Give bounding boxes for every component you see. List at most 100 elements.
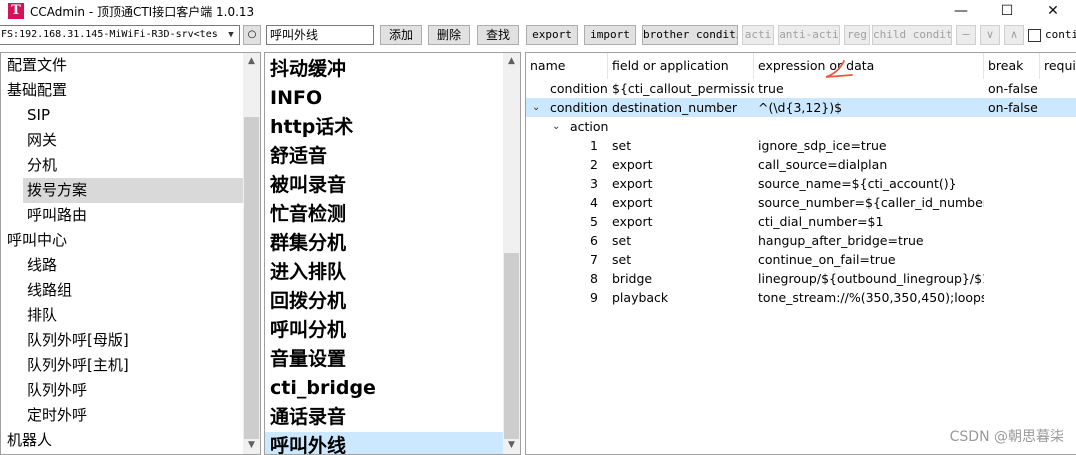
scroll-down-icon[interactable]: ▼ xyxy=(503,437,520,454)
regex-button[interactable]: reg xyxy=(844,25,870,45)
list-item[interactable]: 被叫录音 xyxy=(265,171,503,200)
column-header[interactable]: break xyxy=(984,53,1040,79)
table-row[interactable]: 5 export cti_dial_number=$1 xyxy=(526,212,1076,231)
table-row[interactable]: 4 export source_number=${caller_id_number} xyxy=(526,193,1076,212)
tree-item[interactable]: 呼叫路由 xyxy=(1,203,244,228)
row-break xyxy=(988,193,1042,212)
table-row[interactable]: ⌄ action xyxy=(526,117,1076,136)
row-field: export xyxy=(612,157,653,172)
list-scrollbar[interactable]: ▲ ▼ xyxy=(503,53,520,454)
tree-item[interactable]: 线路 xyxy=(1,253,244,278)
table-row[interactable]: condition ${cti_callout_permission} true on… xyxy=(526,79,1076,98)
row-field: export xyxy=(612,214,653,229)
table-row[interactable]: 1 set ignore_sdp_ice=true xyxy=(526,136,1076,155)
annotation-mark xyxy=(825,60,853,78)
find-button[interactable]: 查找 xyxy=(477,25,519,45)
chevron-down-icon: ▼ xyxy=(228,30,234,40)
table-row[interactable]: 7 set continue_on_fail=true xyxy=(526,250,1076,269)
tree-item[interactable]: 线路组 xyxy=(1,278,244,303)
scroll-down-icon[interactable]: ▼ xyxy=(243,437,260,454)
tree-item[interactable]: 排队 xyxy=(1,303,244,328)
list-item[interactable]: INFO xyxy=(265,84,503,113)
remove-button[interactable]: − xyxy=(956,25,976,45)
anti-action-button[interactable]: anti-acti xyxy=(778,25,840,45)
tree-item[interactable]: 队列外呼 xyxy=(1,378,244,403)
config-tree: 配置文件 基础配置 SIP 网关 分机 拨号方案 呼叫路由 呼叫中心 线路 线路组 排队 队列外呼[母… xyxy=(0,52,261,455)
list-item[interactable]: http话术 xyxy=(265,113,503,142)
column-header[interactable]: expression or data xyxy=(754,53,984,79)
row-name: 1 xyxy=(590,138,598,153)
tree-item[interactable]: 分机 xyxy=(1,153,244,178)
row-break xyxy=(988,155,1042,174)
table-row[interactable]: 9 playback tone_stream://%(350,350,450);lo… xyxy=(526,288,1076,307)
maximize-button[interactable]: ☐ xyxy=(984,0,1030,22)
minimize-button[interactable]: — xyxy=(938,0,984,22)
tree-item[interactable]: 拨号方案 xyxy=(23,178,243,203)
row-name: 2 xyxy=(590,157,598,172)
fs-server-select[interactable]: FS:192.168.31.145-MiWiFi-R3D-srv<tes ▼ xyxy=(0,25,240,45)
refresh-button[interactable]: ○ xyxy=(243,25,261,45)
row-expression: tone_stream://%(350,350,450);loops=3 xyxy=(758,290,984,305)
table-row[interactable]: ⌄ condition destination_number ^(\d{3,12})$… xyxy=(526,98,1076,117)
row-name: condition xyxy=(550,100,608,115)
list-item[interactable]: 进入排队 xyxy=(265,258,503,287)
scroll-up-icon[interactable]: ▲ xyxy=(243,53,260,70)
row-expression: linegroup/${outbound_linegroup}/$1 xyxy=(758,271,984,286)
list-item[interactable]: 抖动缓冲 xyxy=(265,55,503,84)
scroll-up-icon[interactable]: ▲ xyxy=(503,53,520,70)
export-button[interactable]: export xyxy=(526,25,578,45)
child-condition-button[interactable]: child conditi xyxy=(872,25,952,45)
table-row[interactable]: 3 export source_name=${cti_account()} xyxy=(526,174,1076,193)
list-item[interactable]: 通话录音 xyxy=(265,403,503,432)
table-row[interactable]: 2 export call_source=dialplan xyxy=(526,155,1076,174)
scroll-thumb[interactable] xyxy=(244,117,259,439)
list-item[interactable]: 呼叫分机 xyxy=(265,316,503,345)
list-item[interactable]: 回拨分机 xyxy=(265,287,503,316)
delete-button[interactable]: 删除 xyxy=(428,25,470,45)
close-button[interactable]: ✕ xyxy=(1030,0,1076,22)
list-item[interactable]: 群集分机 xyxy=(265,229,503,258)
row-name: 8 xyxy=(590,271,598,286)
list-item[interactable]: 忙音检测 xyxy=(265,200,503,229)
tree-item[interactable]: 定时外呼 xyxy=(1,403,244,428)
list-item[interactable]: 音量设置 xyxy=(265,345,503,374)
expand-chevron-icon[interactable]: ⌄ xyxy=(552,117,560,136)
tree-item[interactable]: 队列外呼[母版] xyxy=(1,328,244,353)
column-header[interactable]: name xyxy=(526,53,608,79)
list-item[interactable]: 呼叫外线 xyxy=(265,432,503,454)
search-input[interactable]: 呼叫外线 xyxy=(266,25,374,45)
row-expression: call_source=dialplan xyxy=(758,157,888,172)
scroll-thumb[interactable] xyxy=(504,253,519,439)
tree-item[interactable]: 机器人 xyxy=(1,428,244,453)
move-down-button[interactable]: ∨ xyxy=(980,25,1000,45)
expand-chevron-icon[interactable]: ⌄ xyxy=(532,98,540,117)
column-header[interactable]: field or application xyxy=(608,53,754,79)
row-name: 4 xyxy=(590,195,598,210)
action-button[interactable]: acti xyxy=(742,25,774,45)
row-break xyxy=(988,136,1042,155)
continue-checkbox[interactable] xyxy=(1028,29,1041,42)
tree-item[interactable]: SIP xyxy=(1,103,244,128)
tree-item[interactable]: 基础配置 xyxy=(1,78,244,103)
tree-item[interactable]: 配置文件 xyxy=(1,53,244,78)
column-header[interactable]: requir xyxy=(1040,53,1076,79)
row-name: condition xyxy=(550,81,608,96)
tree-scrollbar[interactable]: ▲ ▼ xyxy=(243,53,260,454)
list-item[interactable]: cti_bridge xyxy=(265,374,503,403)
move-up-button[interactable]: ∧ xyxy=(1004,25,1024,45)
add-button[interactable]: 添加 xyxy=(380,25,422,45)
row-expression: ^(\d{3,12})$ xyxy=(758,100,843,115)
tree-item[interactable]: 网关 xyxy=(1,128,244,153)
table-row[interactable]: 6 set hangup_after_bridge=true xyxy=(526,231,1076,250)
tree-item[interactable]: 队列外呼[主机] xyxy=(1,353,244,378)
brother-condition-button[interactable]: brother conditi xyxy=(642,25,738,45)
row-name: 9 xyxy=(590,290,598,305)
row-break: on-false xyxy=(988,81,1038,96)
app-logo-icon: T xyxy=(8,3,24,19)
row-field: set xyxy=(612,233,632,248)
table-row[interactable]: 8 bridge linegroup/${outbound_linegroup}/$… xyxy=(526,269,1076,288)
list-item[interactable]: 舒适音 xyxy=(265,142,503,171)
row-field: ${cti_callout_permission} xyxy=(612,81,754,96)
import-button[interactable]: import xyxy=(584,25,636,45)
tree-item[interactable]: 呼叫中心 xyxy=(1,228,244,253)
